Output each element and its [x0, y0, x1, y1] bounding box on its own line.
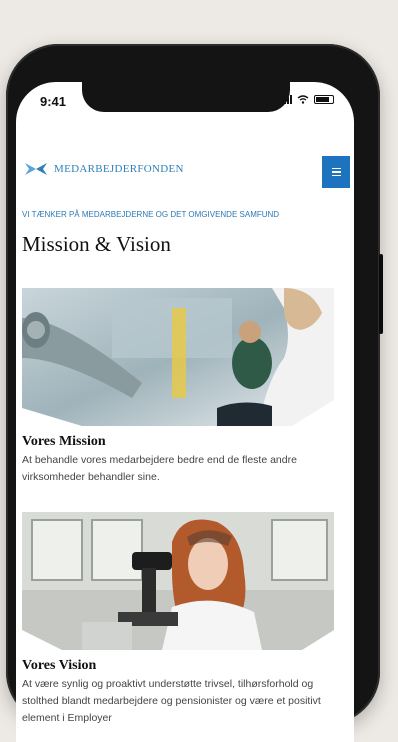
mission-title: Vores Mission: [22, 434, 106, 449]
page-title: Mission & Vision: [22, 232, 171, 256]
status-time: 9:41: [40, 94, 67, 109]
wifi-icon: [297, 95, 309, 104]
mission-text: At behandle vores medarbejdere bedre end…: [22, 454, 297, 483]
phone-side-button: [379, 254, 383, 334]
vision-image: [22, 512, 334, 650]
vision-text: At være synlig og proaktivt understøtte …: [22, 678, 321, 724]
cellular-signal-icon: [281, 95, 292, 104]
site-header: MEDARBEJDERFONDEN: [16, 156, 354, 196]
logo-mark-icon: [25, 163, 47, 175]
vision-title: Vores Vision: [22, 658, 97, 673]
hamburger-menu-icon: [331, 167, 341, 177]
status-icons: [281, 95, 334, 104]
phone-notch: [82, 82, 290, 112]
site-logo[interactable]: MEDARBEJDERFONDEN: [24, 162, 184, 176]
menu-button[interactable]: [322, 156, 350, 188]
phone-screen: 9:41 MEDARBEJDERFONDEN VI TÆNKER PÅ MEDA…: [16, 82, 354, 742]
battery-icon: [314, 95, 334, 104]
mission-image: [22, 288, 334, 426]
logo-text: MEDARBEJDERFONDEN: [54, 163, 184, 175]
page-eyebrow: VI TÆNKER PÅ MEDARBEJDERNE OG DET OMGIVE…: [22, 210, 280, 219]
phone-frame: 9:41 MEDARBEJDERFONDEN VI TÆNKER PÅ MEDA…: [6, 44, 383, 742]
